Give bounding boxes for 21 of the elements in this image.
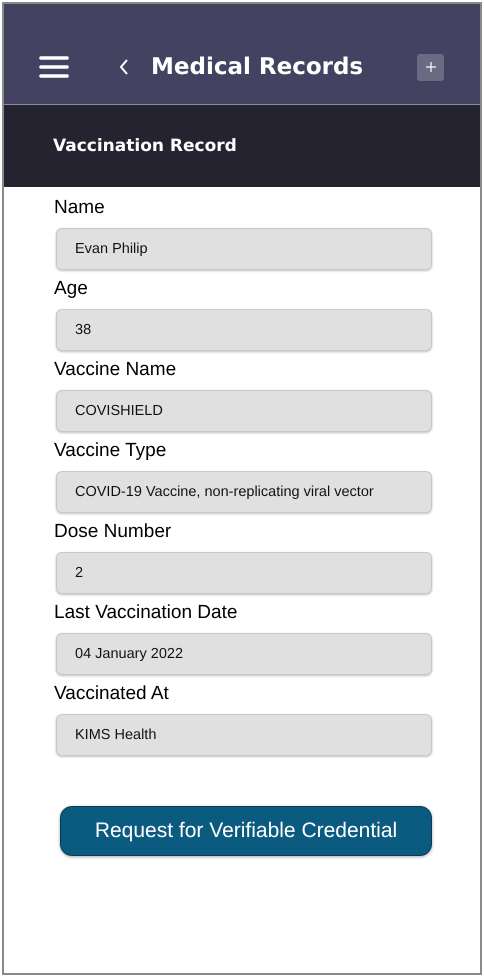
field-label: Dose Number	[54, 520, 172, 544]
input-field[interactable]: 38	[56, 309, 432, 351]
field-label: Last Vaccination Date	[54, 601, 238, 625]
page-title: Medical Records	[151, 54, 364, 80]
field-label: Vaccinated At	[54, 682, 170, 706]
input-field[interactable]: COVISHIELD	[56, 390, 432, 432]
field-label: Vaccine Name	[54, 358, 178, 382]
add-button[interactable]	[417, 54, 444, 80]
input-field[interactable]: 04 January 2022	[56, 633, 432, 675]
back-chevron-icon[interactable]	[119, 58, 129, 76]
menu-icon[interactable]	[39, 55, 69, 79]
section-title: Vaccination Record	[53, 136, 237, 156]
input-field[interactable]: KIMS Health	[56, 714, 432, 756]
input-field[interactable]: 2	[56, 552, 432, 594]
input-field[interactable]: Evan Philip	[56, 228, 432, 270]
request-credential-button[interactable]: Request for Verifiable Credential	[60, 806, 432, 856]
field-label: Name	[54, 196, 106, 220]
input-field[interactable]: COVID-19 Vaccine, non-replicating viral vector	[56, 471, 432, 513]
field-label: Vaccine Type	[54, 439, 168, 463]
field-label: Age	[54, 277, 89, 301]
plus-icon	[426, 62, 436, 72]
